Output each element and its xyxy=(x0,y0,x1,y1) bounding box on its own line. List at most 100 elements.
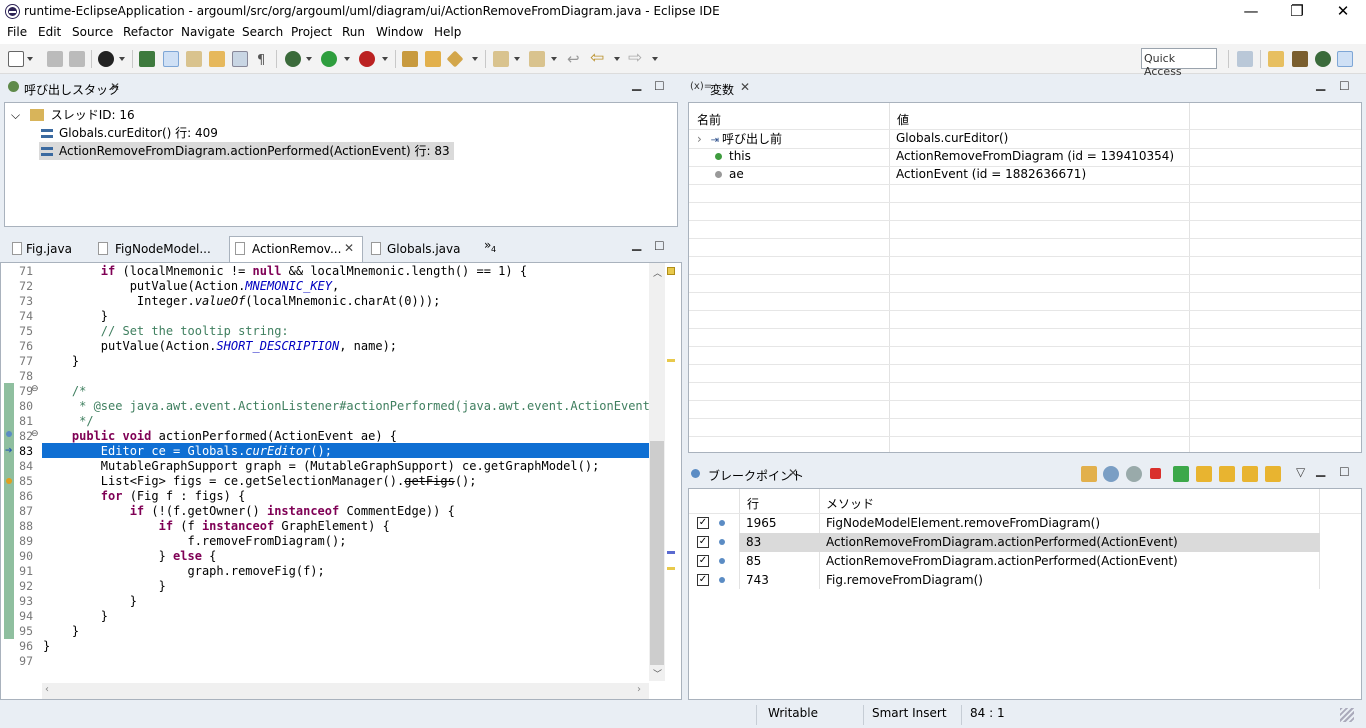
menu-navigate[interactable]: Navigate xyxy=(181,25,235,39)
skip-all-breakpoints-icon[interactable] xyxy=(1126,466,1142,482)
menu-project[interactable]: Project xyxy=(291,25,332,39)
external-tools-dropdown-icon[interactable] xyxy=(382,57,388,61)
open-perspective-icon[interactable] xyxy=(1237,51,1253,67)
resize-grip-icon[interactable] xyxy=(1340,708,1354,722)
java-perspective-icon[interactable] xyxy=(1268,51,1284,67)
menu-source[interactable]: Source xyxy=(72,25,113,39)
resume-icon[interactable] xyxy=(1173,466,1189,482)
minimize-editor-icon[interactable]: ▁ xyxy=(632,237,641,251)
back-icon[interactable]: ⇦ xyxy=(590,48,604,68)
tab-fig-java[interactable]: Fig.java xyxy=(26,242,72,256)
step-return-icon[interactable] xyxy=(1242,466,1258,482)
toggle-mark-occurrences-icon[interactable] xyxy=(163,51,179,67)
editor-vscrollbar[interactable]: ︿ ﹀ xyxy=(649,263,665,681)
forward-dropdown-icon[interactable] xyxy=(652,57,658,61)
stack-frame-0[interactable]: Globals.curEditor() 行: 409 xyxy=(41,124,218,142)
fold-icon[interactable]: ⊖ xyxy=(31,384,39,394)
breakpoint-marker[interactable] xyxy=(6,431,12,437)
last-edit-icon[interactable]: ↩ xyxy=(567,50,580,68)
scroll-thumb[interactable] xyxy=(650,441,664,665)
breakpoint-method[interactable]: Fig.removeFromDiagram() xyxy=(826,573,983,591)
menu-file[interactable]: File xyxy=(7,25,27,39)
variables-tab-label[interactable]: 変数 xyxy=(710,81,734,98)
code-area[interactable]: if (localMnemonic != null && localMnemon… xyxy=(43,264,657,669)
breakpoint-line[interactable]: 85 xyxy=(746,554,761,572)
tab-globals-java[interactable]: Globals.java xyxy=(387,242,461,256)
fold-icon[interactable]: ⊖ xyxy=(31,429,39,439)
new-dropdown-icon[interactable] xyxy=(27,57,33,61)
run-as-user-icon[interactable] xyxy=(98,51,114,67)
warning-overview-marker[interactable] xyxy=(667,267,675,275)
minimize-breakpoints-icon[interactable]: ▁ xyxy=(1316,463,1325,477)
debug-dropdown-icon[interactable] xyxy=(306,57,312,61)
search-dropdown-icon[interactable] xyxy=(472,57,478,61)
debug-perspective-icon[interactable] xyxy=(1315,51,1331,67)
save-all-icon[interactable] xyxy=(69,51,85,67)
column-header-name[interactable]: 名前 xyxy=(697,111,721,128)
link-with-debug-view-icon[interactable] xyxy=(1103,466,1119,482)
terminate-icon[interactable] xyxy=(1150,468,1161,479)
open-type-icon[interactable] xyxy=(209,51,225,67)
variable-name[interactable]: this xyxy=(729,149,751,167)
minimize-callstack-icon[interactable]: ▁ xyxy=(632,77,641,91)
user-dropdown-icon[interactable] xyxy=(119,57,125,61)
search-flashlight-icon[interactable] xyxy=(446,50,464,68)
next-annotation-icon[interactable] xyxy=(493,51,509,67)
tab-actionremove[interactable]: ActionRemov... xyxy=(252,242,341,256)
step-into-icon[interactable] xyxy=(1196,466,1212,482)
overview-marker[interactable] xyxy=(667,551,675,554)
tab-fignodemodel[interactable]: FigNodeModel... xyxy=(115,242,211,256)
quick-access-input[interactable]: Quick Access xyxy=(1141,48,1217,78)
menu-edit[interactable]: Edit xyxy=(38,25,61,39)
maximize-breakpoints-icon[interactable]: ☐ xyxy=(1339,465,1350,479)
close-breakpoints-icon[interactable]: ✕ xyxy=(788,466,798,480)
scroll-down-icon[interactable]: ﹀ xyxy=(653,667,662,680)
minimize-variables-icon[interactable]: ▁ xyxy=(1316,77,1325,91)
menu-search[interactable]: Search xyxy=(242,25,283,39)
breakpoint-method[interactable]: ActionRemoveFromDiagram.actionPerformed(… xyxy=(826,535,1178,553)
scroll-up-icon[interactable]: ︿ xyxy=(653,266,662,279)
breakpoint-method[interactable]: FigNodeModelElement.removeFromDiagram() xyxy=(826,516,1100,534)
scroll-left-icon[interactable]: ‹ xyxy=(45,684,49,695)
run-dropdown-icon[interactable] xyxy=(344,57,350,61)
overview-marker[interactable] xyxy=(667,567,675,570)
close-button[interactable]: ✕ xyxy=(1320,0,1366,24)
minimize-button[interactable]: — xyxy=(1228,0,1274,24)
menu-refactor[interactable]: Refactor xyxy=(123,25,173,39)
restore-button[interactable]: ❐ xyxy=(1274,0,1320,24)
code-editor[interactable]: 71 72 73 74 75 76 77 78 79 80 81 82 83 84 85 86 87 88 89 90… xyxy=(0,262,682,700)
skip-breakpoints-icon[interactable] xyxy=(139,51,155,67)
menu-help[interactable]: Help xyxy=(434,25,461,39)
column-header-value[interactable]: 値 xyxy=(897,111,909,128)
next-annotation-dropdown-icon[interactable] xyxy=(514,57,520,61)
previous-annotation-icon[interactable] xyxy=(529,51,545,67)
new-package-icon[interactable] xyxy=(402,51,418,67)
variable-row-0[interactable]: › ⇥ 呼び出し前 xyxy=(697,130,782,148)
add-java-exception-breakpoint-icon[interactable] xyxy=(1081,466,1097,482)
view-menu-icon[interactable]: ▽ xyxy=(1296,465,1305,479)
save-icon[interactable] xyxy=(47,51,63,67)
menu-run[interactable]: Run xyxy=(342,25,365,39)
resource-perspective-icon[interactable] xyxy=(1337,51,1353,67)
expand-chevron-icon[interactable]: ⌵ xyxy=(11,108,20,122)
breakpoint-line[interactable]: 83 xyxy=(746,535,761,553)
editor-hscrollbar[interactable]: ‹ › xyxy=(42,683,649,699)
step-over-icon[interactable] xyxy=(1219,466,1235,482)
variable-name[interactable]: ae xyxy=(729,167,744,185)
forward-icon[interactable]: ⇨ xyxy=(628,48,642,68)
column-header-method[interactable]: メソッド xyxy=(826,495,874,512)
debug-icon[interactable] xyxy=(285,51,301,67)
new-icon[interactable] xyxy=(8,51,24,67)
breakpoint-method[interactable]: ActionRemoveFromDiagram.actionPerformed(… xyxy=(826,554,1178,572)
java-ee-perspective-icon[interactable] xyxy=(1292,51,1308,67)
callstack-tab-label[interactable]: 呼び出しスタック xyxy=(24,81,120,98)
open-folder-icon[interactable] xyxy=(425,51,441,67)
drop-to-frame-icon[interactable] xyxy=(1265,466,1281,482)
toggle-breadcrumb-icon[interactable] xyxy=(186,51,202,67)
block-selection-icon[interactable] xyxy=(232,51,248,67)
external-tools-icon[interactable] xyxy=(359,51,375,67)
stack-frame-1-selected[interactable]: ActionRemoveFromDiagram.actionPerformed(… xyxy=(39,142,454,160)
close-tab-icon[interactable]: ✕ xyxy=(344,241,354,255)
close-callstack-icon[interactable]: ✕ xyxy=(110,80,120,94)
maximize-editor-icon[interactable]: ☐ xyxy=(654,239,665,253)
